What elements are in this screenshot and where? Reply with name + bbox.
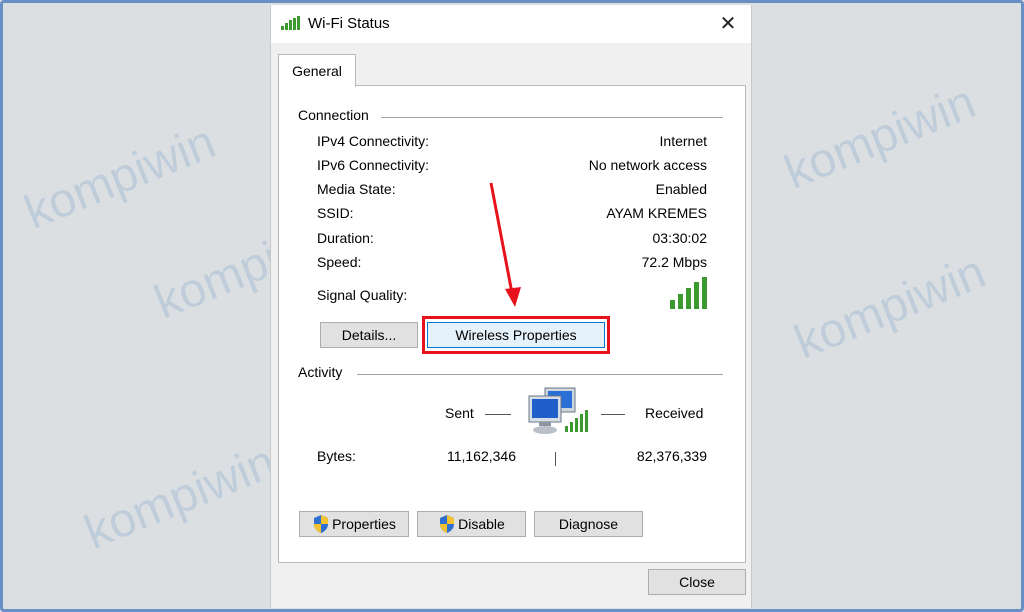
annotation-arrow-icon: [489, 182, 521, 307]
media-state-label: Media State:: [317, 181, 396, 197]
properties-button[interactable]: Properties: [299, 511, 409, 537]
sent-label: Sent: [445, 405, 474, 421]
watermark-text: kompiwin: [17, 115, 223, 240]
window-title: Wi-Fi Status: [308, 15, 390, 32]
annotation-highlight-box: [422, 316, 610, 354]
disable-button[interactable]: Disable: [417, 511, 526, 537]
activity-divider: [555, 452, 556, 466]
watermark-text: kompiwin: [787, 245, 993, 370]
duration-value: 03:30:02: [652, 230, 708, 246]
diagnose-button[interactable]: Diagnose: [534, 511, 643, 537]
ipv4-connectivity-label: IPv4 Connectivity:: [317, 133, 430, 149]
speed-label: Speed:: [317, 254, 362, 270]
disable-button-label: Disable: [458, 516, 505, 532]
group-divider: [357, 374, 723, 375]
activity-group-label: Activity: [298, 364, 343, 380]
watermark-text: kompiwin: [777, 75, 983, 200]
title-bar: Wi-Fi Status ✕: [271, 5, 751, 43]
watermark-text: kompiwin: [77, 435, 283, 560]
media-state-value: Enabled: [655, 181, 707, 197]
properties-button-label: Properties: [332, 516, 396, 532]
bytes-received-value: 82,376,339: [636, 448, 707, 464]
bytes-sent-value: 11,162,346: [446, 448, 516, 464]
close-button[interactable]: Close: [648, 569, 746, 595]
ssid-label: SSID:: [317, 205, 354, 221]
shield-icon: [440, 515, 455, 533]
network-computers-icon: [528, 387, 588, 434]
signal-quality-label: Signal Quality:: [317, 287, 408, 303]
tab-general[interactable]: General: [278, 54, 356, 87]
speed-value: 72.2 Mbps: [641, 254, 707, 270]
details-button[interactable]: Details...: [320, 322, 418, 348]
shield-icon: [314, 515, 329, 533]
bytes-label: Bytes:: [317, 448, 356, 464]
sent-line: [485, 414, 511, 415]
wifi-signal-icon: [281, 16, 300, 30]
received-label: Received: [645, 405, 704, 421]
general-tab-panel: Connection IPv4 Connectivity: Internet I…: [278, 85, 746, 563]
ssid-value: AYAM KREMES: [606, 205, 707, 221]
duration-label: Duration:: [317, 230, 374, 246]
ipv6-connectivity-value: No network access: [588, 157, 707, 173]
connection-group-label: Connection: [298, 107, 369, 123]
ipv6-connectivity-label: IPv6 Connectivity:: [317, 157, 430, 173]
group-divider: [381, 117, 723, 118]
received-line: [601, 414, 625, 415]
close-icon[interactable]: ✕: [705, 5, 751, 43]
ipv4-connectivity-value: Internet: [659, 133, 707, 149]
signal-quality-icon: [670, 277, 707, 309]
wifi-status-dialog: Wi-Fi Status ✕ General Connection IPv4 C…: [270, 5, 752, 608]
